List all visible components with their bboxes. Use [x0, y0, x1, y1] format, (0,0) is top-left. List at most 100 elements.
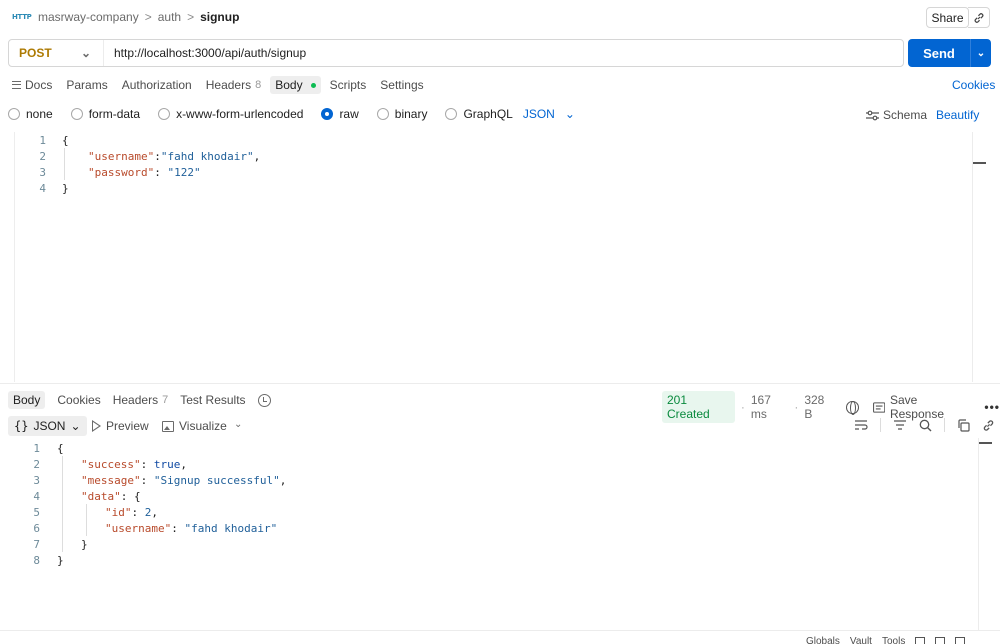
share-button[interactable]: Share	[926, 7, 969, 28]
line-number: 1	[33, 442, 40, 455]
json-token-punc: :	[140, 458, 154, 471]
tab-params[interactable]: Params	[66, 78, 107, 92]
code-line: "username":"fahd khodair",	[88, 149, 260, 165]
tab-headers[interactable]: Headers 8	[206, 78, 261, 92]
tab-response-body[interactable]: Body	[8, 391, 46, 409]
http-request-icon: HTTP	[12, 13, 32, 21]
visualize-chevron-icon[interactable]: ⌄	[234, 419, 242, 430]
sidebar-toggle-icon[interactable]	[955, 637, 966, 644]
pane-divider[interactable]	[0, 383, 1000, 384]
radio-x-www-form-urlencoded[interactable]: x-www-form-urlencoded	[158, 107, 303, 121]
method-label: POST	[19, 46, 52, 60]
breadcrumb-separator: >	[187, 10, 195, 24]
more-options-icon[interactable]: •••	[984, 400, 1000, 414]
radio-graphql[interactable]: GraphQL	[445, 107, 513, 121]
radio-label: form-data	[88, 107, 141, 121]
tab-label: Docs	[25, 78, 53, 92]
radio-label: x-www-form-urlencoded	[176, 107, 304, 121]
code-line: {	[62, 133, 69, 149]
tab-response-headers[interactable]: Headers 7	[113, 393, 168, 407]
tab-settings[interactable]: Settings	[380, 78, 423, 92]
layout-toggle-icon[interactable]	[915, 637, 926, 644]
radio-none[interactable]: none	[8, 107, 53, 121]
radio-label: none	[26, 107, 53, 121]
status-badge[interactable]: 201 Created	[662, 391, 735, 423]
json-token-bool: true	[153, 458, 181, 471]
visualize-button[interactable]: Visualize	[162, 419, 227, 433]
send-options-chevron-icon[interactable]: ⌄	[971, 48, 991, 59]
json-token-str: "fahd khodair"	[184, 522, 278, 535]
tab-scripts[interactable]: Scripts	[330, 78, 367, 92]
preview-button[interactable]: Preview	[92, 419, 149, 433]
method-select[interactable]: POST ⌄	[9, 40, 104, 66]
tab-label: Test Results	[180, 393, 246, 407]
json-token-punc: {	[62, 134, 69, 147]
request-name[interactable]: signup	[200, 10, 239, 24]
beautify-button[interactable]: Beautify	[936, 108, 979, 122]
filter-icon[interactable]	[893, 419, 907, 431]
schema-button[interactable]: Schema	[866, 108, 927, 122]
line-number: 4	[39, 182, 46, 195]
tab-authorization[interactable]: Authorization	[122, 78, 192, 92]
link-icon[interactable]	[982, 419, 995, 432]
line-number: 8	[33, 554, 40, 567]
radio-raw[interactable]: raw	[321, 107, 359, 121]
tool-separator	[944, 418, 945, 432]
image-icon	[162, 420, 174, 432]
network-globe-icon[interactable]	[846, 400, 859, 415]
breadcrumb-workspace[interactable]: masrway-company	[38, 10, 139, 24]
tools-link[interactable]: Tools	[882, 636, 905, 644]
raw-format-select[interactable]: JSON ⌄	[523, 107, 575, 121]
json-token-punc: : {	[120, 490, 141, 503]
response-format-select[interactable]: {} JSON ⌄	[8, 416, 87, 436]
body-type-options: none form-data x-www-form-urlencoded raw…	[8, 107, 575, 121]
url-bar: POST ⌄	[8, 39, 904, 67]
breadcrumb-folder[interactable]: auth	[158, 10, 181, 24]
copy-icon[interactable]	[957, 418, 970, 432]
tab-label: Headers	[205, 78, 252, 92]
json-token-str: "Signup successful"	[153, 474, 280, 487]
indent-guide	[62, 456, 63, 552]
code-line: }	[57, 553, 64, 569]
json-token-key: "id"	[105, 506, 132, 519]
response-scrollbar[interactable]	[978, 438, 979, 630]
radio-binary[interactable]: binary	[376, 107, 427, 121]
history-icon[interactable]	[257, 393, 271, 407]
globals-link[interactable]: Globals	[806, 636, 840, 644]
tab-label: Settings	[380, 78, 424, 92]
request-editor-scrollbar[interactable]	[972, 132, 973, 382]
tab-label: Body	[275, 78, 303, 92]
cookies-link[interactable]: Cookies	[952, 78, 995, 92]
copy-link-button[interactable]	[968, 7, 990, 28]
radio-label: GraphQL	[463, 107, 513, 121]
tab-body[interactable]: Body	[270, 76, 321, 94]
radio-form-data[interactable]: form-data	[70, 107, 141, 121]
json-token-key: "username"	[105, 522, 172, 535]
panel-toggle-icon[interactable]	[935, 637, 946, 644]
code-line: }	[81, 537, 88, 553]
request-editor-scroll-thumb[interactable]	[973, 162, 986, 164]
json-token-punc: }	[57, 554, 64, 567]
code-line: "message": "Signup successful",	[81, 473, 286, 489]
indent-guide	[64, 148, 65, 180]
sliders-icon	[866, 110, 879, 120]
url-input[interactable]	[104, 40, 903, 66]
save-response-button[interactable]: Save Response	[872, 393, 971, 421]
chevron-down-icon: ⌄	[564, 107, 575, 121]
radio-circle	[70, 108, 83, 120]
tab-response-cookies[interactable]: Cookies	[57, 393, 100, 407]
response-size[interactable]: 328 B	[804, 393, 834, 421]
search-icon[interactable]	[919, 419, 932, 432]
json-token-punc: :	[171, 522, 185, 535]
response-scroll-thumb[interactable]	[979, 442, 992, 444]
line-number: 1	[39, 134, 46, 147]
tab-docs[interactable]: Docs	[12, 78, 52, 92]
response-time[interactable]: 167 ms	[751, 393, 788, 421]
line-number: 6	[33, 522, 40, 535]
vault-link[interactable]: Vault	[850, 636, 872, 644]
radio-circle-selected	[321, 108, 334, 120]
tab-test-results[interactable]: Test Results	[180, 393, 245, 407]
line-number: 3	[39, 166, 46, 179]
wrap-lines-icon[interactable]	[854, 419, 868, 431]
send-button[interactable]: Send ⌄	[908, 39, 991, 67]
